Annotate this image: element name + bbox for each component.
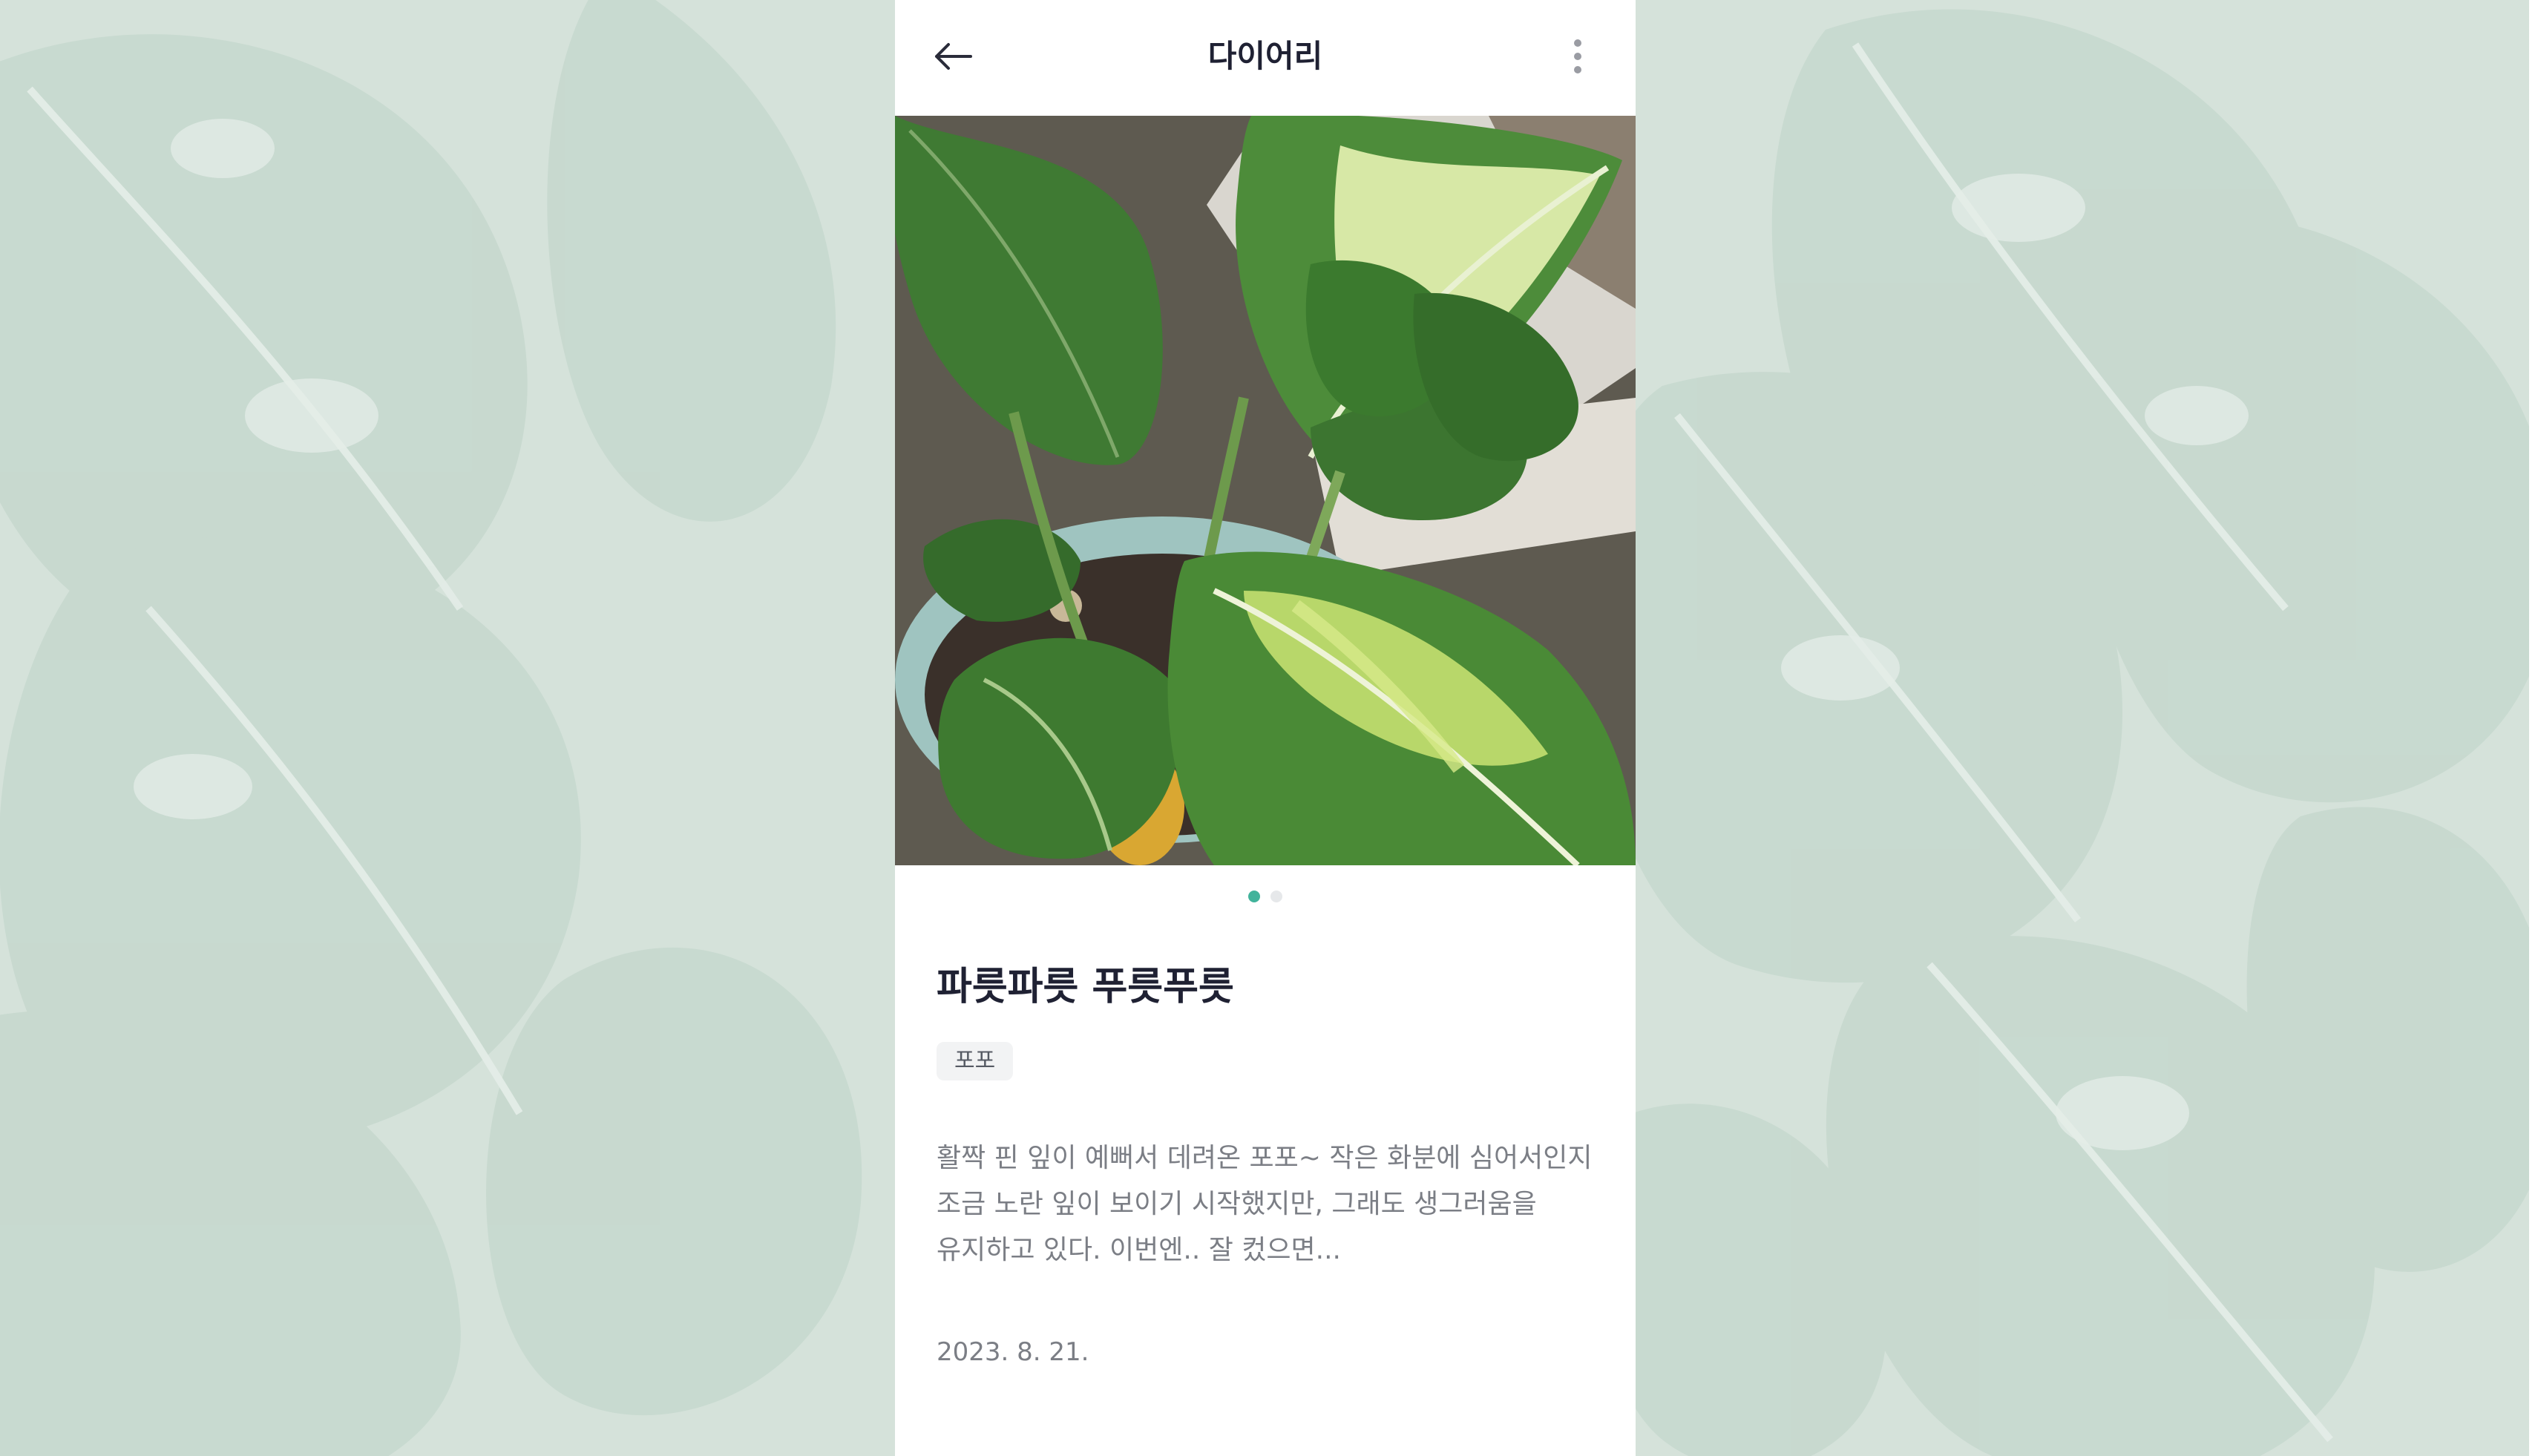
plant-tag-badge[interactable]: 포포 (937, 1042, 1014, 1080)
diary-detail-panel: 다이어리 파릇파릇 푸릇푸릇 포포 활짝 핀 잎이 예뻐서 데려온 포포~ 작은… (895, 0, 1636, 1456)
page-title: 다이어리 (1207, 38, 1323, 74)
dieffenbachia-plant-photo (895, 116, 1636, 865)
vertical-dots-icon (1573, 39, 1582, 77)
pagination-dot-active[interactable] (1248, 891, 1260, 902)
post-body: 활짝 핀 잎이 예뻐서 데려온 포포~ 작은 화분에 심어서인지 조금 노란 잎… (937, 1143, 1593, 1265)
post-title: 파릇파릇 푸릇푸릇 (937, 965, 1234, 1009)
plant-photo-carousel[interactable] (895, 116, 1636, 865)
pagination-dot[interactable] (1270, 891, 1282, 902)
window-edge (2529, 0, 2538, 1456)
carousel-pagination (895, 891, 1636, 902)
more-options-button[interactable] (1550, 30, 1606, 86)
top-app-bar: 다이어리 (895, 0, 1636, 116)
post-date: 2023. 8. 21. (937, 1337, 1089, 1367)
